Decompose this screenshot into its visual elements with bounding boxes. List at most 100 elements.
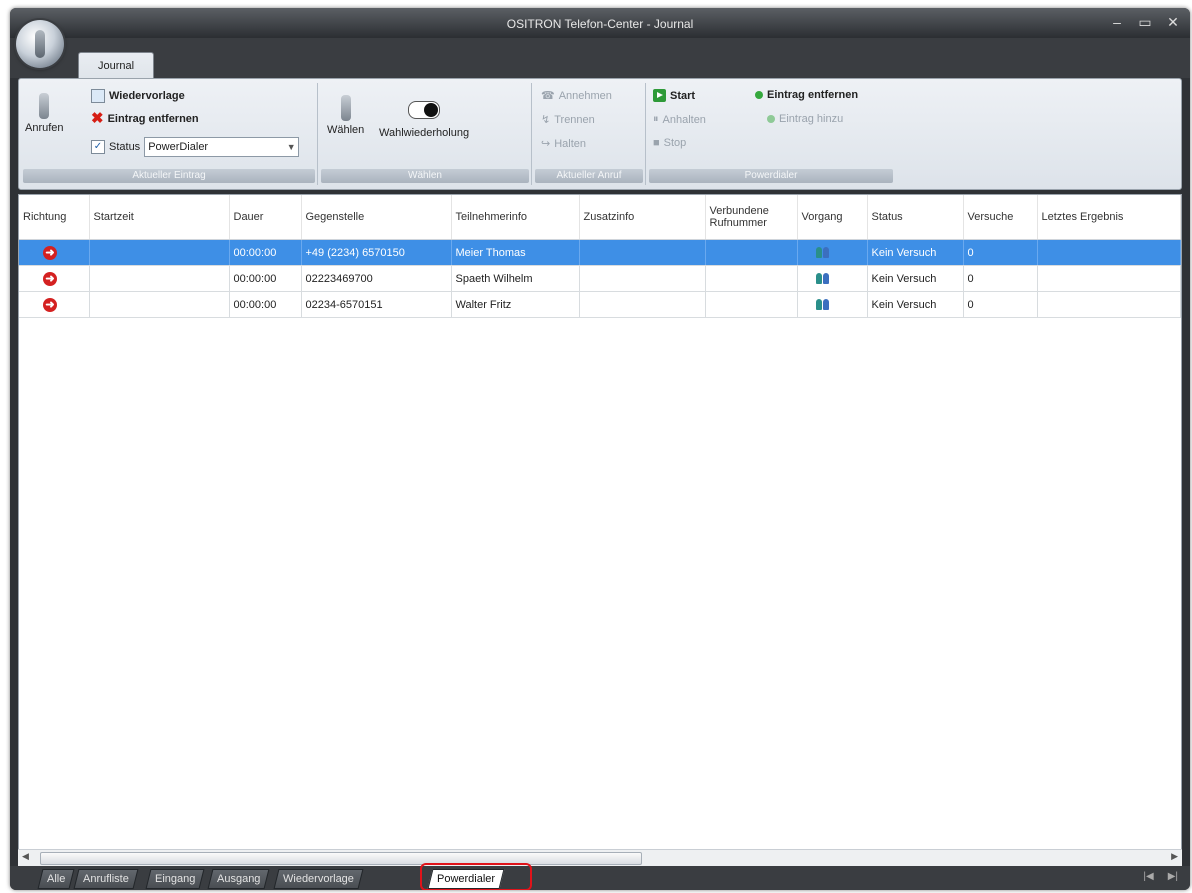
last-tab-icon[interactable]: ▶| <box>1168 871 1178 882</box>
wiedervorlage-button[interactable]: Wiedervorlage <box>91 89 185 103</box>
verbunden-cell <box>705 239 798 266</box>
tab-anrufliste[interactable]: Anrufliste <box>73 869 139 889</box>
table-row[interactable]: ➜ 00:00:00 +49 (2234) 6570150 Meier Thom… <box>19 239 1181 266</box>
table-header-row: Richtung Startzeit Dauer Gegenstelle Tei… <box>19 195 1181 240</box>
status-row: ✓ Status PowerDialer ▼ <box>91 137 300 157</box>
column-header-vorgang[interactable]: Vorgang <box>797 195 868 240</box>
group-aktueller-anruf: ☎ Annehmen ↯ Trennen ↪ Halten Aktueller … <box>533 83 646 185</box>
group-caption-aktueller-anruf: Aktueller Anruf <box>535 169 643 183</box>
verbunden-cell <box>705 291 798 318</box>
pause-icon: ⏸ <box>653 113 659 125</box>
start-label: Start <box>670 89 696 102</box>
status-dropdown[interactable]: PowerDialer ▼ <box>144 137 300 157</box>
maximize-button[interactable]: ▭ <box>1138 14 1152 31</box>
group-aktueller-eintrag: Anrufen Wiedervorlage ✖ Eintrag entferne… <box>21 83 318 185</box>
table-row[interactable]: ➜ 00:00:00 02234-6570151 Walter Fritz Ke… <box>19 291 1181 318</box>
stop-icon: ■ <box>653 137 660 149</box>
tab-eingang[interactable]: Eingang <box>145 869 205 889</box>
remove-icon <box>755 91 763 99</box>
chevron-down-icon: ▼ <box>286 142 296 152</box>
column-header-zusatzinfo[interactable]: Zusatzinfo <box>579 195 706 240</box>
start-button[interactable]: Start <box>653 89 695 102</box>
direction-cell: ➜ <box>19 265 90 292</box>
group-caption-aktueller-eintrag: Aktueller Eintrag <box>23 169 315 183</box>
anhalten-label: Anhalten <box>662 113 706 126</box>
stop-button[interactable]: ■ Stop <box>653 137 686 149</box>
zusatz-cell <box>579 239 706 266</box>
group-powerdialer: Start ⏸ Anhalten ■ Stop Eintrag entferne… <box>647 83 895 185</box>
tab-ausgang[interactable]: Ausgang <box>207 869 270 889</box>
column-header-dauer[interactable]: Dauer <box>229 195 302 240</box>
column-header-startzeit[interactable]: Startzeit <box>89 195 230 240</box>
direction-cell: ➜ <box>19 291 90 318</box>
column-header-richtung[interactable]: Richtung <box>19 195 90 240</box>
vorgang-cell <box>797 239 868 266</box>
trennen-button[interactable]: ↯ Trennen <box>541 113 595 127</box>
close-button[interactable]: ✕ <box>1166 14 1180 31</box>
direction-cell: ➜ <box>19 239 90 266</box>
teilnehmer-cell: Spaeth Wilhelm <box>451 265 580 292</box>
phone-icon <box>39 93 50 119</box>
add-icon <box>767 115 775 123</box>
application-menu-button[interactable] <box>16 20 64 68</box>
scrollbar-thumb[interactable] <box>40 852 642 865</box>
status-label: Status <box>109 141 141 153</box>
hangup-icon: ↯ <box>541 114 551 126</box>
eintrag-entfernen-button[interactable]: ✖ Eintrag entfernen <box>91 111 199 126</box>
waehlen-button[interactable]: Wählen <box>327 95 364 136</box>
scroll-left-icon[interactable]: ◀ <box>22 851 29 862</box>
anhalten-button[interactable]: ⏸ Anhalten <box>653 113 706 126</box>
outgoing-arrow-icon: ➜ <box>43 271 57 286</box>
halten-label: Halten <box>554 137 587 150</box>
gegenstelle-cell: 02223469700 <box>301 265 452 292</box>
gegenstelle-cell: 02234-6570151 <box>301 291 452 318</box>
title-bar: OSITRON Telefon-Center - Journal – ▭ ✕ <box>10 8 1190 38</box>
ergebnis-cell <box>1037 239 1181 266</box>
column-header-verbundene-rufnummer[interactable]: Verbundene Rufnummer <box>705 195 798 240</box>
table-row[interactable]: ➜ 00:00:00 02223469700 Spaeth Wilhelm Ke… <box>19 265 1181 292</box>
dauer-cell: 00:00:00 <box>229 265 302 292</box>
minimize-button[interactable]: – <box>1110 14 1124 31</box>
ergebnis-cell <box>1037 291 1181 318</box>
contacts-icon <box>815 244 830 258</box>
tab-wiedervorlage[interactable]: Wiedervorlage <box>273 869 364 889</box>
anrufen-button[interactable]: Anrufen <box>25 93 64 134</box>
wiedervorlage-label: Wiedervorlage <box>109 90 185 102</box>
sheet-tab-bar: Alle Anrufliste Eingang Ausgang Wiedervo… <box>10 863 1190 890</box>
powerdialer-eintrag-entfernen-label: Eintrag entfernen <box>767 89 859 101</box>
gegenstelle-cell: +49 (2234) 6570150 <box>301 239 452 266</box>
ribbon-tab-row: Journal <box>10 38 1190 80</box>
outgoing-arrow-icon: ➜ <box>43 297 57 312</box>
first-tab-icon[interactable]: |◀ <box>1143 871 1153 882</box>
column-header-letztes-ergebnis[interactable]: Letztes Ergebnis <box>1037 195 1181 240</box>
teilnehmer-cell: Meier Thomas <box>451 239 580 266</box>
column-header-gegenstelle[interactable]: Gegenstelle <box>301 195 452 240</box>
annehmen-label: Annehmen <box>558 89 612 102</box>
status-checkbox[interactable]: ✓ <box>91 140 105 154</box>
tab-alle[interactable]: Alle <box>37 869 75 889</box>
annehmen-button[interactable]: ☎ Annehmen <box>541 89 612 103</box>
column-header-versuche[interactable]: Versuche <box>963 195 1038 240</box>
halten-button[interactable]: ↪ Halten <box>541 137 587 151</box>
teilnehmer-cell: Walter Fritz <box>451 291 580 318</box>
app-window: OSITRON Telefon-Center - Journal – ▭ ✕ J… <box>10 8 1190 890</box>
powerdialer-eintrag-entfernen-button[interactable]: Eintrag entfernen <box>755 89 858 101</box>
column-header-teilnehmerinfo[interactable]: Teilnehmerinfo <box>451 195 580 240</box>
status-cell: Kein Versuch <box>867 291 964 318</box>
scroll-right-icon[interactable]: ▶ <box>1171 851 1178 862</box>
hold-icon: ↪ <box>541 138 551 150</box>
ergebnis-cell <box>1037 265 1181 292</box>
versuche-cell: 0 <box>963 291 1038 318</box>
wahlwiederholung-label: Wahlwiederholung <box>379 127 470 139</box>
tab-journal[interactable]: Journal <box>78 52 154 80</box>
eintrag-hinzu-button[interactable]: Eintrag hinzu <box>767 113 843 125</box>
journal-table: Richtung Startzeit Dauer Gegenstelle Tei… <box>19 195 1181 318</box>
zusatz-cell <box>579 265 706 292</box>
journal-grid: Richtung Startzeit Dauer Gegenstelle Tei… <box>18 194 1182 866</box>
column-header-status[interactable]: Status <box>867 195 964 240</box>
wahlwiederholung-button[interactable]: Wahlwiederholung <box>379 95 469 139</box>
startzeit-cell <box>89 239 230 266</box>
horizontal-scrollbar[interactable]: ◀ ▶ <box>18 849 1182 866</box>
ribbon: Anrufen Wiedervorlage ✖ Eintrag entferne… <box>18 78 1182 190</box>
startzeit-cell <box>89 265 230 292</box>
